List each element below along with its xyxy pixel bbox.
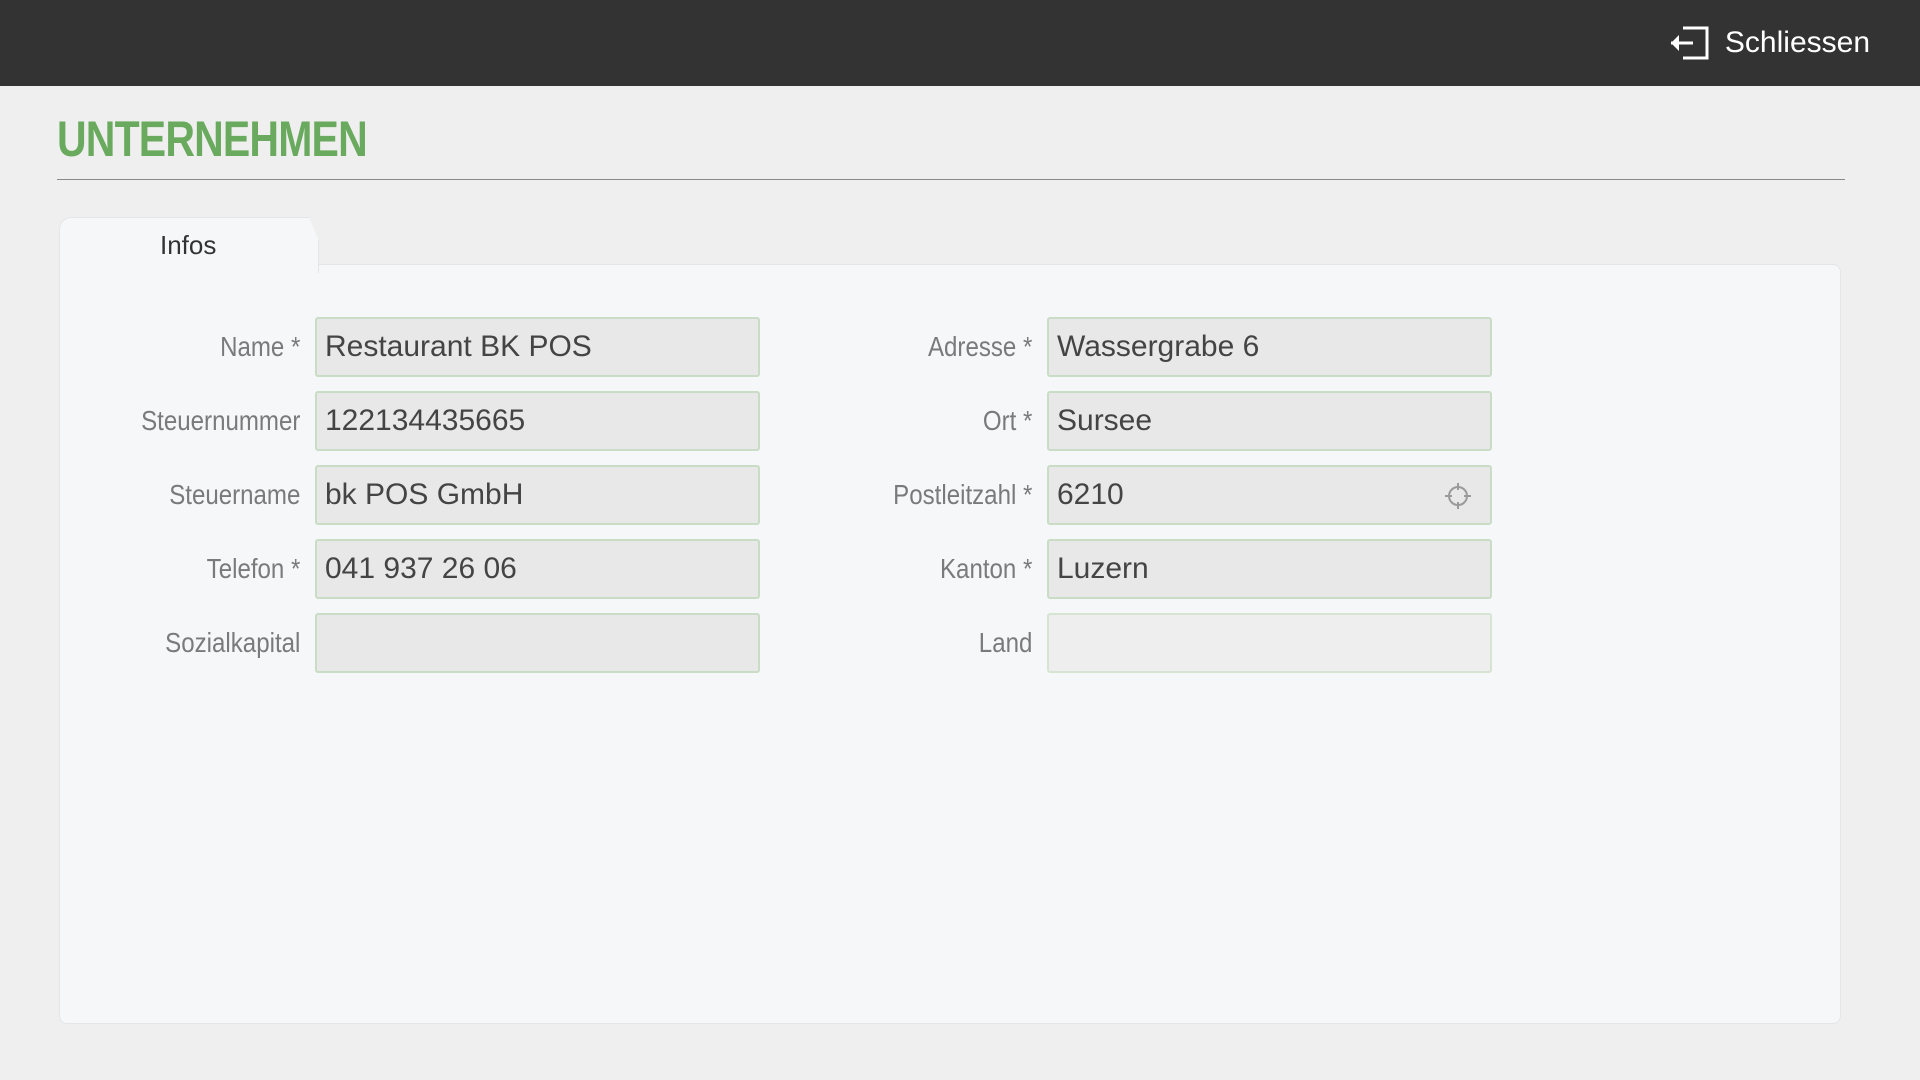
steuername-field[interactable]: bk POS GmbH bbox=[315, 465, 760, 525]
postleitzahl-value: 6210 bbox=[1057, 478, 1124, 511]
ort-value: Sursee bbox=[1057, 404, 1153, 437]
form-row-ort: Ort * Sursee bbox=[797, 391, 1492, 451]
form-row-telefon: Telefon * 041 937 26 06 bbox=[65, 539, 760, 599]
telefon-field[interactable]: 041 937 26 06 bbox=[315, 539, 760, 599]
adresse-field[interactable]: Wassergrabe 6 bbox=[1047, 317, 1492, 377]
page-title: UNTERNEHMEN bbox=[57, 111, 368, 167]
form-row-kanton: Kanton * Luzern bbox=[797, 539, 1492, 599]
steuername-value: bk POS GmbH bbox=[325, 478, 524, 511]
sozialkapital-field[interactable] bbox=[315, 613, 760, 673]
steuernummer-value: 122134435665 bbox=[325, 404, 526, 437]
kanton-value: Luzern bbox=[1057, 552, 1149, 585]
title-divider bbox=[57, 179, 1845, 180]
exit-icon bbox=[1670, 26, 1709, 60]
telefon-value: 041 937 26 06 bbox=[325, 552, 517, 585]
steuernummer-field[interactable]: 122134435665 bbox=[315, 391, 760, 451]
form-row-steuernummer: Steuernummer 122134435665 bbox=[65, 391, 760, 451]
kanton-label: Kanton * bbox=[939, 553, 1033, 584]
name-field[interactable]: Restaurant BK POS bbox=[315, 317, 760, 377]
close-button[interactable]: Schliessen bbox=[1669, 22, 1870, 64]
ort-field[interactable]: Sursee bbox=[1047, 391, 1492, 451]
steuernummer-label: Steuernummer bbox=[141, 405, 301, 436]
form-row-name: Name * Restaurant BK POS bbox=[65, 317, 760, 377]
locate-icon[interactable] bbox=[1444, 482, 1472, 510]
close-button-label: Schliessen bbox=[1724, 26, 1870, 59]
telefon-label: Telefon * bbox=[206, 553, 301, 584]
postleitzahl-field[interactable]: 6210 bbox=[1047, 465, 1492, 525]
adresse-label: Adresse * bbox=[927, 331, 1033, 362]
top-bar: Schliessen bbox=[0, 0, 1920, 86]
kanton-field[interactable]: Luzern bbox=[1047, 539, 1492, 599]
ort-label: Ort * bbox=[982, 405, 1033, 436]
name-label: Name * bbox=[220, 331, 301, 362]
steuername-label: Steuername bbox=[169, 479, 301, 510]
form-row-adresse: Adresse * Wassergrabe 6 bbox=[797, 317, 1492, 377]
form-row-postleitzahl: Postleitzahl * 6210 bbox=[797, 465, 1492, 525]
adresse-value: Wassergrabe 6 bbox=[1057, 330, 1260, 363]
form-row-land: Land bbox=[797, 613, 1492, 673]
sozialkapital-label: Sozialkapital bbox=[165, 627, 301, 658]
land-field[interactable] bbox=[1047, 613, 1492, 673]
form-row-sozialkapital: Sozialkapital bbox=[65, 613, 760, 673]
tab-infos[interactable]: Infos bbox=[59, 217, 319, 273]
land-label: Land bbox=[978, 627, 1033, 658]
form-row-steuername: Steuername bk POS GmbH bbox=[65, 465, 760, 525]
name-value: Restaurant BK POS bbox=[325, 330, 592, 363]
postleitzahl-label: Postleitzahl * bbox=[893, 479, 1033, 510]
tab-label: Infos bbox=[160, 230, 217, 260]
